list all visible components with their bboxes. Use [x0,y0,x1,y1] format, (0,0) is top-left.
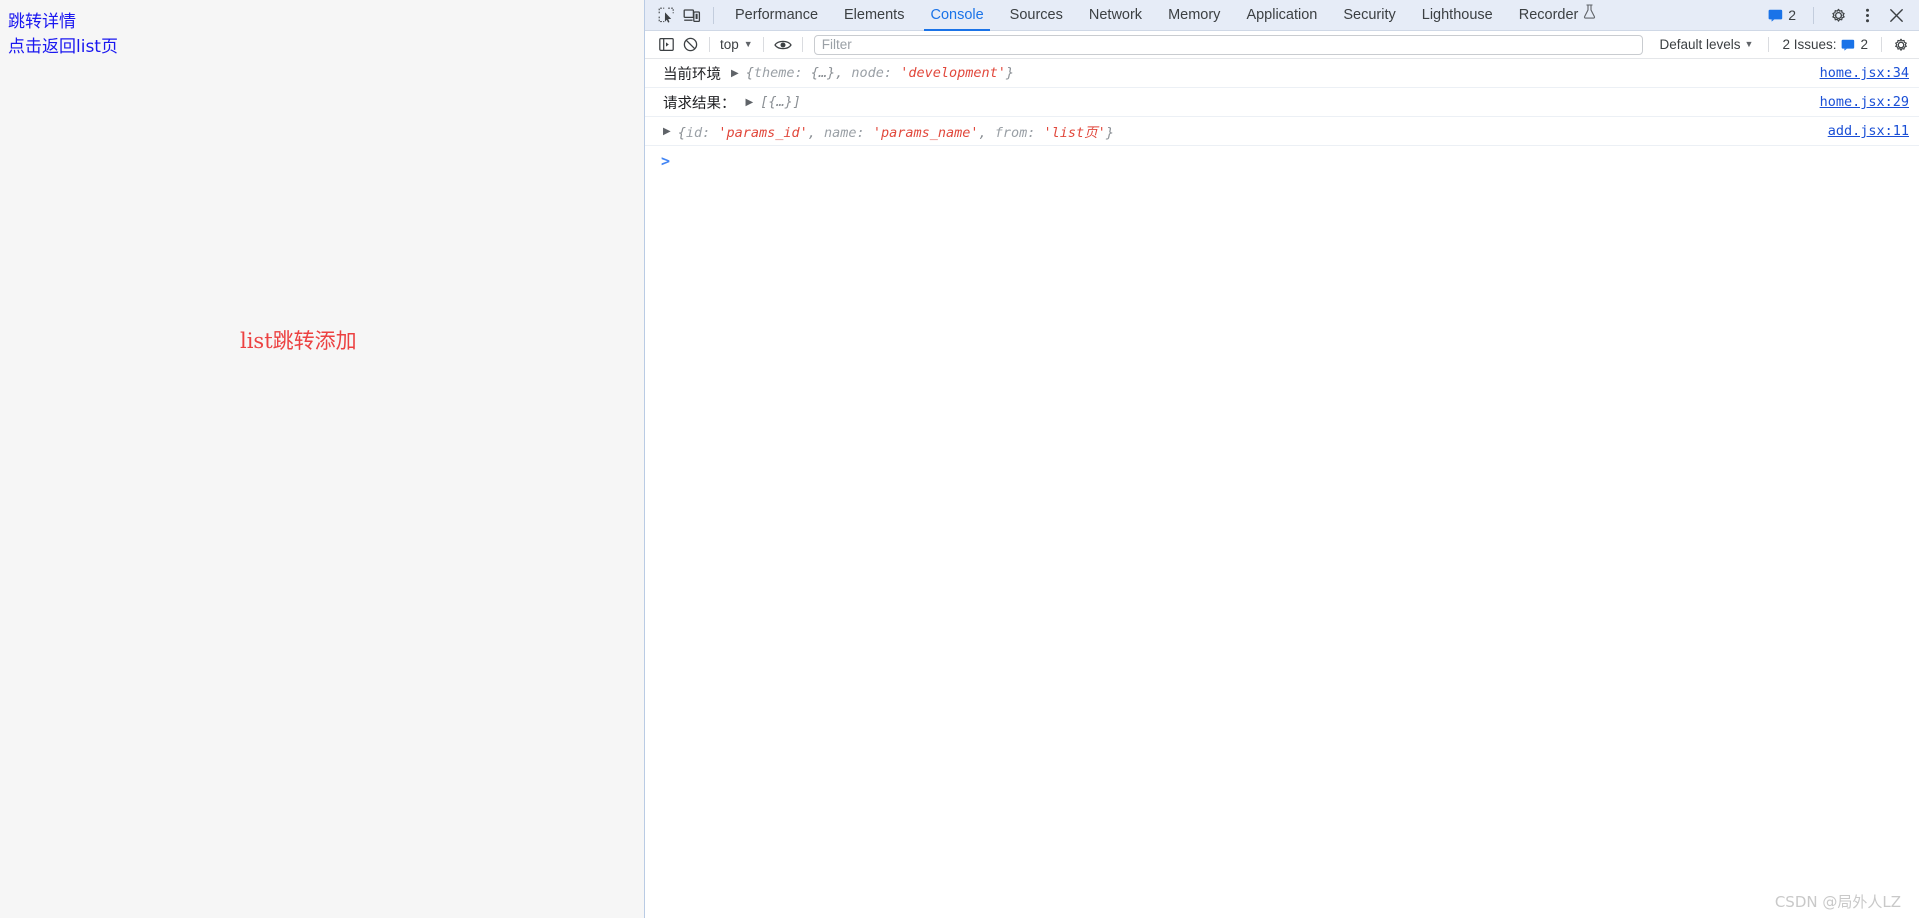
link-goto-detail[interactable]: 跳转详情 [8,10,118,35]
issues-indicator[interactable]: 2 Issues: 2 [1776,37,1874,52]
console-prompt[interactable]: > [645,146,1919,176]
issues-label: 2 Issues: [1782,37,1837,52]
messages-badge[interactable]: 2 [1762,7,1802,23]
expand-arrow-icon[interactable]: ▶ [731,68,739,79]
console-toolbar-divider-1 [709,37,710,52]
log-label: 当前环境 [663,66,721,83]
toolbar-divider-right [1813,6,1814,24]
object-preview: {id: 'params_id', name: 'params_name', f… [677,125,1114,141]
devtools-panel: Performance Elements Console Sources Net… [645,0,1919,918]
source-link[interactable]: home.jsx:34 [1820,65,1909,81]
tab-application[interactable]: Application [1233,0,1330,31]
prompt-caret-icon: > [661,152,671,170]
settings-gear-icon[interactable] [1825,3,1851,28]
page-center-heading: list跳转添加 [240,329,357,353]
tab-console[interactable]: Console [917,0,996,31]
log-levels-label: Default levels [1659,37,1741,52]
link-back-to-list[interactable]: 点击返回list页 [8,35,118,60]
toolbar-divider [713,6,714,24]
tab-lighthouse-label: Lighthouse [1421,6,1493,23]
console-toolbar: top ▼ Default levels ▼ 2 Issues: [645,31,1919,59]
app-root: 跳转详情 点击返回list页 list跳转添加 Performance Elem… [0,0,1919,918]
tab-elements[interactable]: Elements [831,0,917,31]
tab-performance[interactable]: Performance [722,0,831,31]
message-icon [1768,9,1783,22]
console-toolbar-divider-3 [801,37,803,52]
tab-performance-label: Performance [735,6,819,23]
execution-context-dropdown[interactable]: top ▼ [717,37,756,52]
page-links-group: 跳转详情 点击返回list页 [8,10,118,59]
close-devtools-icon[interactable] [1883,3,1909,28]
filter-input[interactable] [813,34,1644,55]
console-settings-gear-icon[interactable] [1889,34,1913,56]
source-link[interactable]: home.jsx:29 [1820,94,1909,110]
object-preview: {theme: {…}, node: 'development'} [745,65,1014,81]
flask-icon [1583,0,1596,31]
tab-memory[interactable]: Memory [1155,0,1233,31]
log-label: 请求结果： [663,95,736,112]
console-log-row[interactable]: 当前环境 ▶ {theme: {…}, node: 'development'}… [645,59,1919,88]
tab-network[interactable]: Network [1076,0,1155,31]
messages-badge-count: 2 [1788,7,1796,23]
console-toolbar-divider-2 [762,37,764,52]
expand-arrow-icon[interactable]: ▶ [663,126,671,137]
issues-message-icon [1842,39,1855,51]
tab-lighthouse[interactable]: Lighthouse [1409,0,1506,31]
console-toolbar-divider-4 [1768,37,1770,52]
devtools-tabbar: Performance Elements Console Sources Net… [645,0,1919,31]
tab-sources-label: Sources [1009,6,1063,23]
object-preview: [{…}] [760,94,801,110]
issues-count-value: 2 [1860,37,1868,52]
log-levels-dropdown[interactable]: Default levels ▼ [1651,37,1761,52]
console-log-content: 当前环境 ▶ {theme: {…}, node: 'development'} [663,63,1806,84]
chevron-down-icon: ▼ [743,39,753,49]
tab-security[interactable]: Security [1330,0,1408,31]
tab-security-label: Security [1343,6,1396,23]
expand-arrow-icon[interactable]: ▶ [746,97,754,108]
tab-application-label: Application [1246,6,1318,23]
tab-recorder-label: Recorder [1518,6,1579,23]
console-log-row[interactable]: ▶ {id: 'params_id', name: 'params_name',… [645,117,1919,146]
source-link[interactable]: add.jsx:11 [1828,123,1909,139]
console-log-row[interactable]: 请求结果： ▶ [{…}] home.jsx:29 [645,88,1919,117]
execution-context-label: top [720,37,739,52]
console-message-list: 当前环境 ▶ {theme: {…}, node: 'development'}… [645,59,1919,918]
tab-memory-label: Memory [1168,6,1221,23]
tab-network-label: Network [1088,6,1143,23]
inspect-element-icon[interactable] [653,3,679,28]
chevron-down-icon-levels: ▼ [1744,39,1754,49]
tab-console-label: Console [930,6,984,23]
console-log-content: ▶ {id: 'params_id', name: 'params_name',… [663,121,1814,141]
tab-sources[interactable]: Sources [997,0,1076,31]
tab-recorder[interactable]: Recorder [1506,0,1610,31]
tabbar-right-controls: 2 [1762,3,1913,28]
web-page-pane: 跳转详情 点击返回list页 list跳转添加 [0,0,645,918]
clear-console-icon[interactable] [678,34,702,56]
console-sidebar-icon[interactable] [654,34,678,56]
console-log-content: 请求结果： ▶ [{…}] [663,92,1806,113]
device-toolbar-icon[interactable] [679,3,705,28]
more-options-icon[interactable] [1854,3,1880,28]
tab-elements-label: Elements [844,6,905,23]
live-expressions-eye-icon[interactable] [771,34,795,56]
console-toolbar-divider-5 [1881,37,1882,52]
